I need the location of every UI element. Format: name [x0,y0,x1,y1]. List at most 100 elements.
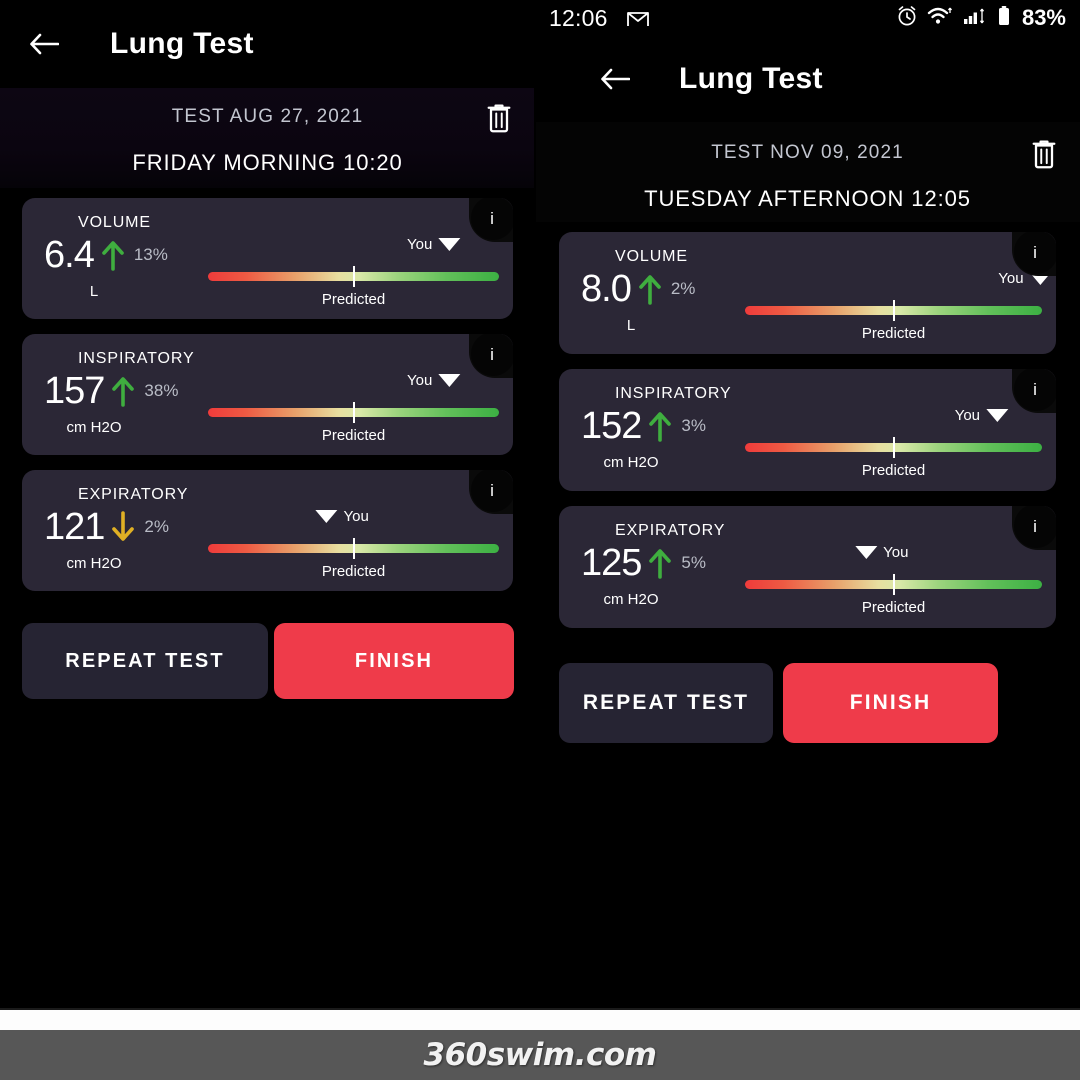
left-screen-panel: Lung Test TEST AUG 27, 2021 FRIDAY MORNI… [0,0,535,1080]
metric-value: 8.0 [581,268,632,310]
left-action-bar: REPEAT TEST FINISH [0,591,535,699]
right-action-bar: REPEAT TEST FINISH [535,628,1080,743]
watermark-text: 360swim.com [423,1037,657,1073]
metric-unit: cm H2O [603,591,659,608]
trend-up-arrow-icon [647,409,673,443]
battery-icon [997,5,1011,32]
metric-unit: cm H2O [66,555,122,572]
gauge-bar: Predicted [208,266,499,308]
info-icon: i [1033,380,1037,399]
metric-value-block: 6.4 13% L [40,236,208,300]
gauge-you-label: You [998,270,1024,287]
metric-unit: cm H2O [66,419,122,436]
metric-percent: 2% [670,279,696,298]
gauge-predicted-tick [352,266,355,287]
trend-up-arrow-icon [100,238,126,272]
gauge-bar: Predicted [745,574,1042,616]
gauge-you-marker: You [315,508,369,525]
system-status-bar: 12:06 83% [535,0,1080,36]
info-icon: i [1033,243,1037,262]
metric-gauge: You Predicted [745,270,1056,342]
metric-gauge: You Predicted [745,407,1056,479]
metric-body: 152 3% cm H2O You Predicted [577,407,1056,479]
metric-unit: L [626,317,636,334]
trend-down-arrow-icon [110,510,136,544]
right-metric-card-list: VOLUME 8.0 2% L You Predicted i INSPIRAT… [535,222,1080,628]
trash-icon[interactable] [485,102,513,139]
gauge-predicted-tick [892,574,895,595]
gauge-you-marker: You [407,236,461,253]
metric-gauge: You Predicted [208,372,513,444]
finish-button[interactable]: FINISH [274,623,514,699]
finish-button[interactable]: FINISH [783,663,998,743]
metric-value-row: 6.4 13% [40,236,208,274]
metric-body: 157 38% cm H2O You Predicted [40,372,513,444]
metric-percent: 38% [144,381,179,400]
gauge-predicted-label: Predicted [861,599,926,616]
test-time-of-day: TUESDAY AFTERNOON 12:05 [644,186,971,211]
you-pointer-icon [986,409,1009,422]
metric-unit: L [89,283,99,300]
repeat-test-button[interactable]: REPEAT TEST [22,623,268,699]
gauge-bar: Predicted [208,538,499,580]
gauge-you-marker: You [407,372,461,389]
metric-value-block: 152 3% cm H2O [577,407,745,471]
metric-card[interactable]: VOLUME 6.4 13% L You Predicted i [22,198,513,319]
metric-percent: 3% [681,416,706,435]
page-title: Lung Test [679,62,823,95]
metric-percent: 2% [144,517,169,536]
metric-value-block: 157 38% cm H2O [40,372,208,436]
metric-title: INSPIRATORY [78,350,195,367]
panel-divider [534,0,536,1010]
gauge-predicted-label: Predicted [861,325,926,342]
gauge-you-marker: You [954,407,1009,424]
gauge-you-label: You [343,508,369,525]
metric-body: 8.0 2% L You Predicted [577,270,1056,342]
back-arrow-icon[interactable] [593,57,637,101]
metric-title: INSPIRATORY [615,385,732,402]
repeat-test-button[interactable]: REPEAT TEST [559,663,773,743]
gauge-predicted-label: Predicted [861,462,926,479]
gauge-predicted-label: Predicted [321,291,386,308]
you-pointer-icon [438,374,461,387]
gmail-icon [626,9,650,28]
trend-up-arrow-icon [637,272,663,306]
you-pointer-icon [438,238,461,251]
back-arrow-icon[interactable] [22,22,66,66]
metric-card[interactable]: VOLUME 8.0 2% L You Predicted i [559,232,1056,354]
metric-value-block: 121 2% cm H2O [40,508,208,572]
metric-value: 157 [44,370,105,412]
test-time-of-day: FRIDAY MORNING 10:20 [132,150,403,175]
info-icon: i [1033,517,1037,536]
gauge-predicted-tick [892,437,895,458]
you-pointer-icon [855,546,878,559]
metric-value-block: 125 5% cm H2O [577,544,745,608]
metric-value-row: 157 38% [40,372,208,410]
metric-value-block: 8.0 2% L [577,270,745,334]
gauge-you-label: You [954,407,981,424]
left-metric-card-list: VOLUME 6.4 13% L You Predicted i INSPIRA… [0,188,535,591]
metric-value: 121 [44,506,105,548]
right-screen-panel: 12:06 83% Lung Test TEST NOV 09, 2021 TU… [535,0,1080,1080]
metric-card[interactable]: EXPIRATORY 121 2% cm H2O You Predicted i [22,470,513,591]
gauge-you-marker: You [855,544,908,561]
alarm-icon [896,5,918,32]
status-icon-group: 83% [896,5,1066,32]
trend-up-arrow-icon [110,374,136,408]
metric-card[interactable]: INSPIRATORY 157 38% cm H2O You Predicted… [22,334,513,455]
metric-percent: 5% [681,553,706,572]
metric-card[interactable]: EXPIRATORY 125 5% cm H2O You Predicted i [559,506,1056,628]
metric-title: VOLUME [78,214,151,231]
metric-body: 125 5% cm H2O You Predicted [577,544,1056,616]
metric-gauge: You Predicted [208,508,513,580]
gauge-bar: Predicted [745,300,1042,342]
metric-value-row: 125 5% [577,544,745,582]
right-app-bar: Lung Test [535,36,1080,122]
gauge-predicted-tick [892,300,895,321]
gauge-predicted-tick [352,538,355,559]
metric-title: EXPIRATORY [78,486,189,503]
metric-card[interactable]: INSPIRATORY 152 3% cm H2O You Predicted … [559,369,1056,491]
trash-icon[interactable] [1030,138,1058,175]
page-title: Lung Test [110,27,254,60]
gauge-predicted-tick [352,402,355,423]
